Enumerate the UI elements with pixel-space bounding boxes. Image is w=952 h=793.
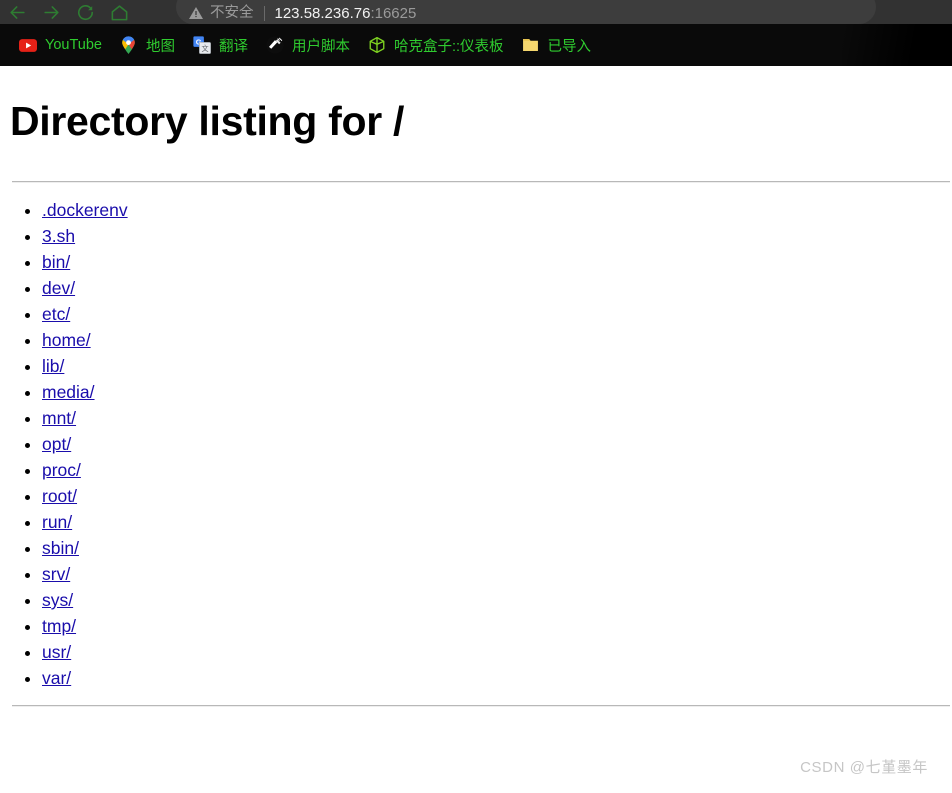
- list-item: media/: [42, 379, 952, 405]
- bookmarks-bar: YouTube 地图 G 文 翻译 用户脚本 哈克盒子::仪表板 已导入: [0, 24, 952, 66]
- bookmark-maps[interactable]: 地图: [111, 31, 184, 59]
- directory-link[interactable]: lib/: [42, 356, 64, 376]
- google-maps-pin-icon: [120, 36, 138, 54]
- url-port: :16625: [370, 5, 417, 22]
- directory-link[interactable]: run/: [42, 512, 72, 532]
- list-bottom-spacer: [0, 691, 952, 705]
- list-item: srv/: [42, 561, 952, 587]
- directory-link[interactable]: bin/: [42, 252, 70, 272]
- list-item: etc/: [42, 301, 952, 327]
- directory-link[interactable]: tmp/: [42, 616, 76, 636]
- bookmark-label: 哈克盒子::仪表板: [393, 38, 504, 55]
- watermark: CSDN @七堇墨年: [800, 759, 928, 776]
- bookmark-hackbox-dashboard[interactable]: 哈克盒子::仪表板: [359, 31, 513, 59]
- directory-link[interactable]: opt/: [42, 434, 71, 454]
- list-item: tmp/: [42, 613, 952, 639]
- list-item: var/: [42, 665, 952, 691]
- cube-icon: [368, 36, 386, 54]
- home-button[interactable]: [102, 0, 136, 24]
- directory-link[interactable]: 3.sh: [42, 226, 75, 246]
- directory-link[interactable]: var/: [42, 668, 71, 688]
- directory-link[interactable]: usr/: [42, 642, 71, 662]
- directory-link[interactable]: proc/: [42, 460, 81, 480]
- omnibox-divider: [263, 6, 265, 21]
- list-item: .dockerenv: [42, 197, 952, 223]
- youtube-icon: [19, 36, 37, 54]
- address-bar[interactable]: 不安全 123.58.236.76:16625: [176, 0, 876, 24]
- address-bar-url: 123.58.236.76:16625: [275, 5, 417, 22]
- divider-bottom: [12, 705, 950, 708]
- url-host: 123.58.236.76: [274, 5, 371, 22]
- page-title: Directory listing for /: [10, 98, 405, 144]
- list-item: 3.sh: [42, 223, 952, 249]
- list-item: sbin/: [42, 535, 952, 561]
- forward-arrow-icon: [43, 5, 59, 19]
- list-item: lib/: [42, 353, 952, 379]
- back-arrow-icon: [9, 5, 25, 19]
- security-status-text: 不安全: [210, 5, 254, 21]
- bookmark-youtube[interactable]: YouTube: [10, 31, 111, 59]
- home-icon: [111, 4, 127, 20]
- list-item: sys/: [42, 587, 952, 613]
- bookmark-label: 已导入: [547, 38, 592, 55]
- list-item: opt/: [42, 431, 952, 457]
- list-item: proc/: [42, 457, 952, 483]
- list-item: home/: [42, 327, 952, 353]
- reload-icon: [77, 4, 93, 20]
- bookmark-userscripts[interactable]: 用户脚本: [257, 31, 359, 59]
- reload-button[interactable]: [68, 0, 102, 24]
- list-item: bin/: [42, 249, 952, 275]
- forward-button[interactable]: [34, 0, 68, 24]
- list-item: usr/: [42, 639, 952, 665]
- list-item: mnt/: [42, 405, 952, 431]
- back-button[interactable]: [0, 0, 34, 24]
- directory-link[interactable]: srv/: [42, 564, 70, 584]
- list-item: run/: [42, 509, 952, 535]
- directory-link[interactable]: sys/: [42, 590, 73, 610]
- bookmark-folder-imported[interactable]: 已导入: [513, 31, 601, 59]
- browser-toolbar: 不安全 123.58.236.76:16625: [0, 0, 952, 24]
- directory-link[interactable]: etc/: [42, 304, 70, 324]
- bookmark-label: 翻译: [218, 38, 248, 55]
- directory-link[interactable]: .dockerenv: [42, 200, 128, 220]
- bookmark-label: 地图: [145, 38, 175, 55]
- bookmark-label: 用户脚本: [291, 38, 350, 55]
- directory-link[interactable]: root/: [42, 486, 77, 506]
- list-item: dev/: [42, 275, 952, 301]
- svg-text:文: 文: [201, 44, 208, 53]
- folder-icon: [522, 36, 540, 54]
- directory-link[interactable]: sbin/: [42, 538, 79, 558]
- directory-listing: .dockerenv 3.sh bin/ dev/ etc/ home/ lib…: [0, 183, 952, 691]
- directory-link[interactable]: home/: [42, 330, 91, 350]
- directory-link[interactable]: media/: [42, 382, 95, 402]
- list-item: root/: [42, 483, 952, 509]
- page-content: Directory listing for / .dockerenv 3.sh …: [0, 66, 952, 793]
- tampermonkey-icon: [266, 36, 284, 54]
- bookmark-label: YouTube: [45, 37, 102, 53]
- bookmark-translate[interactable]: G 文 翻译: [184, 31, 257, 59]
- google-translate-icon: G 文: [193, 36, 211, 54]
- directory-link[interactable]: mnt/: [42, 408, 76, 428]
- warning-triangle-icon: [189, 7, 203, 19]
- directory-link[interactable]: dev/: [42, 278, 75, 298]
